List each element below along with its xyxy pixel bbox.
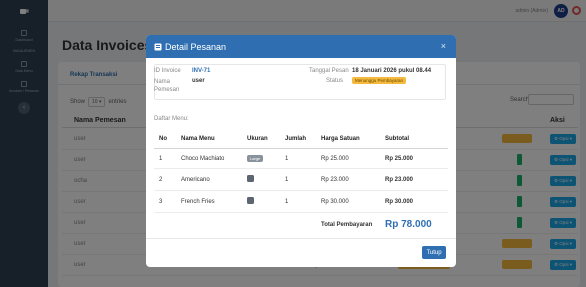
total-row: Total Pembayaran Rp 78.000: [154, 213, 448, 237]
tanggal-pesan-value: 18 Januari 2026 pukul 08.44: [352, 68, 432, 74]
item-subtotal: Rp 25.000: [380, 148, 448, 169]
item-menu: Choco Machiato: [176, 148, 242, 169]
modal-title: Detail Pesanan: [165, 41, 227, 52]
status-label: Status: [326, 78, 344, 84]
id-invoice-value: INV-71: [192, 68, 211, 74]
total-value: Rp 78.000: [385, 219, 432, 230]
order-items-table: No Nama Menu Ukuran Jumlah Harga Satuan …: [154, 130, 448, 236]
col-subtotal: Subtotal: [380, 130, 448, 149]
item-menu: Americano: [176, 168, 242, 191]
modal-header: Detail Pesanan: [146, 35, 456, 58]
nama-pemesan-value: user: [192, 78, 205, 84]
item-no: 3: [154, 190, 176, 213]
item-harga: Rp 23.000: [316, 168, 380, 191]
col-nama-menu: Nama Menu: [176, 130, 242, 149]
item-no: 2: [154, 168, 176, 191]
tutup-button[interactable]: Tutup: [422, 246, 446, 259]
modal-footer-divider: [146, 238, 456, 239]
col-harga-satuan: Harga Satuan: [316, 130, 380, 149]
item-harga: Rp 25.000: [316, 148, 380, 169]
table-header-row: No Nama Menu Ukuran Jumlah Harga Satuan …: [154, 130, 448, 149]
size-badge: [247, 175, 254, 182]
tanggal-pesan-label: Tanggal Pesan: [309, 68, 349, 74]
col-no: No: [154, 130, 176, 149]
size-badge: Large: [247, 155, 264, 162]
item-jumlah: 1: [280, 168, 316, 191]
size-badge: [247, 197, 254, 204]
item-jumlah: 1: [280, 148, 316, 169]
item-harga: Rp 30.000: [316, 190, 380, 213]
item-subtotal: Rp 23.000: [380, 168, 448, 191]
col-ukuran: Ukuran: [242, 130, 280, 149]
col-jumlah: Jumlah: [280, 130, 316, 149]
table-row: 3 French Fries 1 Rp 30.000 Rp 30.000: [154, 190, 448, 213]
item-no: 1: [154, 148, 176, 169]
table-row: 2 Americano 1 Rp 23.000 Rp 23.000: [154, 168, 448, 191]
detail-pesanan-modal: Detail Pesanan × ID Invoice INV-71 Nama …: [146, 35, 456, 267]
close-icon[interactable]: ×: [441, 41, 446, 51]
daftar-menu-label: Daftar Menu:: [154, 116, 189, 122]
id-invoice-label: ID Invoice: [154, 68, 181, 74]
item-menu: French Fries: [176, 190, 242, 213]
nama-pemesan-label: Nama Pemesan: [154, 79, 180, 93]
item-jumlah: 1: [280, 190, 316, 213]
receipt-icon: [154, 43, 162, 51]
total-label: Total Pembayaran: [321, 221, 373, 228]
table-row: 1 Choco Machiato Large 1 Rp 25.000 Rp 25…: [154, 148, 448, 169]
item-subtotal: Rp 30.000: [380, 190, 448, 213]
status-badge: Menunggu Pembayaran: [352, 77, 407, 84]
